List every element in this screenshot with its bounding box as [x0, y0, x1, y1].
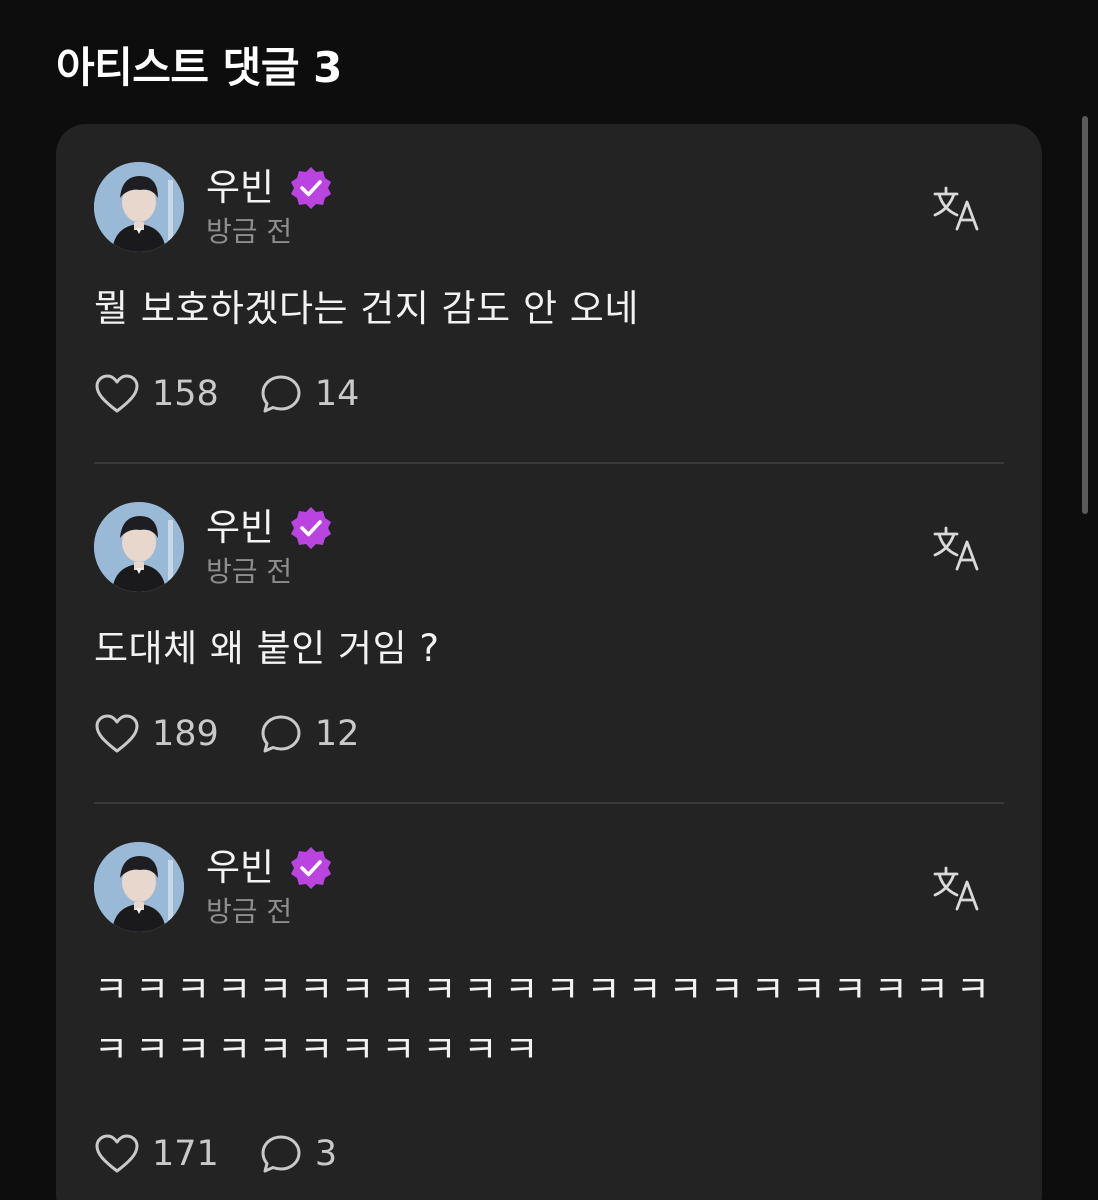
comment-item: 우빈 방금 전 ㅋㅋㅋㅋㅋㅋㅋㅋㅋㅋㅋㅋㅋㅋㅋㅋㅋㅋㅋㅋㅋㅋㅋㅋㅋㅋㅋㅋㅋㅋㅋㅋ…: [56, 804, 1042, 1200]
reply-button[interactable]: 14: [259, 372, 360, 416]
section-title: 아티스트 댓글 3: [56, 43, 342, 92]
author-name[interactable]: 우빈: [206, 503, 274, 553]
comment-item: 우빈 방금 전 도대체 왜 붙인 거임 ? 189 12: [56, 464, 1042, 804]
heart-icon: [95, 374, 139, 413]
avatar-image: [94, 502, 184, 592]
comment-actions: 171 3: [94, 1132, 337, 1176]
author-name[interactable]: 우빈: [206, 843, 274, 893]
speech-bubble-icon: [261, 375, 301, 413]
like-count: 158: [152, 374, 219, 414]
translate-button[interactable]: [926, 182, 986, 236]
reply-button[interactable]: 3: [259, 1132, 337, 1176]
comment-actions: 189 12: [94, 712, 359, 756]
like-count: 189: [152, 714, 219, 754]
avatar-image: [94, 842, 184, 932]
comment-text: ㅋㅋㅋㅋㅋㅋㅋㅋㅋㅋㅋㅋㅋㅋㅋㅋㅋㅋㅋㅋㅋㅋㅋㅋㅋㅋㅋㅋㅋㅋㅋㅋㅋ: [94, 968, 997, 1071]
verified-badge-icon: [291, 167, 332, 209]
artist-comments-page: 아티스트 댓글 3 우빈 방금 전 뭘 보호하겠다는 건지 감도 안 오네 15…: [0, 0, 1098, 1200]
translate-button[interactable]: [926, 862, 986, 916]
speech-bubble-icon: [261, 715, 301, 753]
like-button[interactable]: 171: [94, 1132, 219, 1176]
heart-icon: [95, 1134, 139, 1173]
like-count: 171: [152, 1134, 219, 1174]
comment-actions: 158 14: [94, 372, 359, 416]
comments-card: 우빈 방금 전 뭘 보호하겠다는 건지 감도 안 오네 158 14 우빈 방금…: [56, 124, 1042, 1200]
avatar[interactable]: [94, 502, 184, 592]
reply-button[interactable]: 12: [259, 712, 360, 756]
translate-button[interactable]: [926, 522, 986, 576]
translate-icon: [933, 866, 979, 911]
comment-time: 방금 전: [206, 215, 293, 248]
verified-badge-icon: [291, 847, 332, 889]
comment-text: 뭘 보호하겠다는 건지 감도 안 오네: [94, 287, 639, 330]
speech-bubble-icon: [261, 1135, 301, 1173]
reply-count: 3: [314, 1134, 338, 1174]
scrollbar[interactable]: [1082, 116, 1088, 514]
comment-item: 우빈 방금 전 뭘 보호하겠다는 건지 감도 안 오네 158 14: [56, 124, 1042, 464]
comment-time: 방금 전: [206, 895, 293, 928]
comment-text: 도대체 왜 붙인 거임 ?: [94, 627, 440, 670]
like-button[interactable]: 158: [94, 372, 219, 416]
reply-count: 12: [314, 714, 360, 754]
author-name[interactable]: 우빈: [206, 163, 274, 213]
comment-time: 방금 전: [206, 555, 293, 588]
avatar[interactable]: [94, 842, 184, 932]
reply-count: 14: [314, 374, 360, 414]
author-row: 우빈: [206, 502, 334, 554]
translate-icon: [933, 526, 979, 571]
verified-badge-icon: [291, 507, 332, 549]
translate-icon: [933, 186, 979, 231]
avatar[interactable]: [94, 162, 184, 252]
author-row: 우빈: [206, 842, 334, 894]
like-button[interactable]: 189: [94, 712, 219, 756]
avatar-image: [94, 162, 184, 252]
author-row: 우빈: [206, 162, 334, 214]
heart-icon: [95, 714, 139, 753]
